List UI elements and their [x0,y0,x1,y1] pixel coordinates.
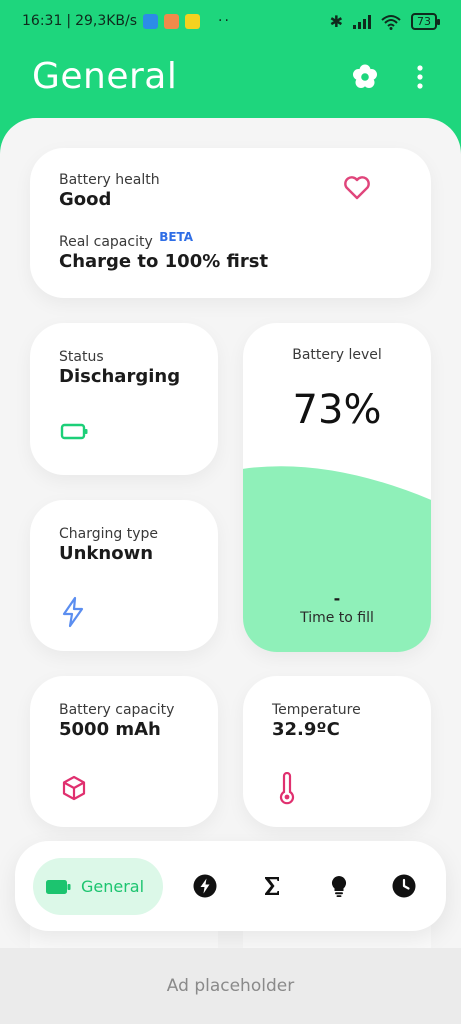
temperature-card[interactable]: Temperature 32.9ºC [243,676,431,827]
battery-health-label: Battery health [59,172,160,188]
ad-placeholder-text: Ad placeholder [166,976,295,996]
bottom-navigation: General [15,841,446,931]
status-divider: | [66,13,72,29]
bluetooth-icon: ✱ [329,12,343,31]
time-to-fill-label: Time to fill [300,610,374,626]
sigma-icon[interactable] [260,874,284,898]
app-notification-icon [164,13,180,29]
charging-type-value: Unknown [59,543,154,564]
status-bar: 16:31 | 29,3KB/s ·· ✱ 73 [0,0,461,44]
nav-item-general-label: General [81,877,145,896]
status-network-speed: 29,3KB/s [75,13,138,29]
camera-notification-icon [185,13,201,29]
status-value: Discharging [59,366,181,387]
temperature-value: 32.9ºC [272,719,340,740]
battery-capacity-card[interactable]: Battery capacity 5000 mAh [30,676,218,827]
charging-type-label: Charging type [59,526,158,542]
battery-icon [60,423,88,440]
battery-health-value: Good [59,189,112,210]
twitter-notification-icon [143,13,159,29]
heart-icon [344,176,370,200]
battery-capacity-value: 5000 mAh [59,719,161,740]
lightning-icon [62,596,84,628]
signal-icon [353,14,371,29]
clock-icon[interactable] [392,874,416,898]
battery-health-card[interactable]: Battery health Good Real capacity BETA C… [30,148,431,298]
battery-icon [46,879,71,894]
battery-level-card[interactable]: Battery level 73% - Time to fill [243,323,431,652]
page-title: General [32,56,178,97]
real-capacity-label: Real capacity [59,234,153,250]
thermometer-icon [279,772,295,805]
status-label: Status [59,349,104,365]
ad-banner[interactable]: Ad placeholder [0,948,461,1024]
battery-level-value: 73% [292,387,382,433]
bulb-icon[interactable] [327,874,351,898]
battery-capacity-label: Battery capacity [59,702,175,718]
app-bar: General [0,44,461,120]
status-time: 16:31 [22,13,63,29]
charging-type-card[interactable]: Charging type Unknown [30,500,218,651]
flower-gear-icon[interactable] [350,62,380,92]
temperature-label: Temperature [272,702,361,718]
battery-level-label: Battery level [292,347,382,363]
bolt-circle-icon[interactable] [193,874,217,898]
cube-icon [62,775,86,801]
real-capacity-label-row: Real capacity BETA [59,230,268,250]
status-battery-icon: 73 [411,13,440,30]
more-notifications-icon: ·· [218,13,231,29]
beta-badge: BETA [159,230,194,244]
status-card[interactable]: Status Discharging [30,323,218,475]
more-vert-icon[interactable] [408,62,432,92]
time-to-fill-value: - [333,589,341,608]
wifi-icon [381,14,401,30]
nav-item-general[interactable]: General [33,858,163,915]
real-capacity-value: Charge to 100% first [59,251,269,272]
